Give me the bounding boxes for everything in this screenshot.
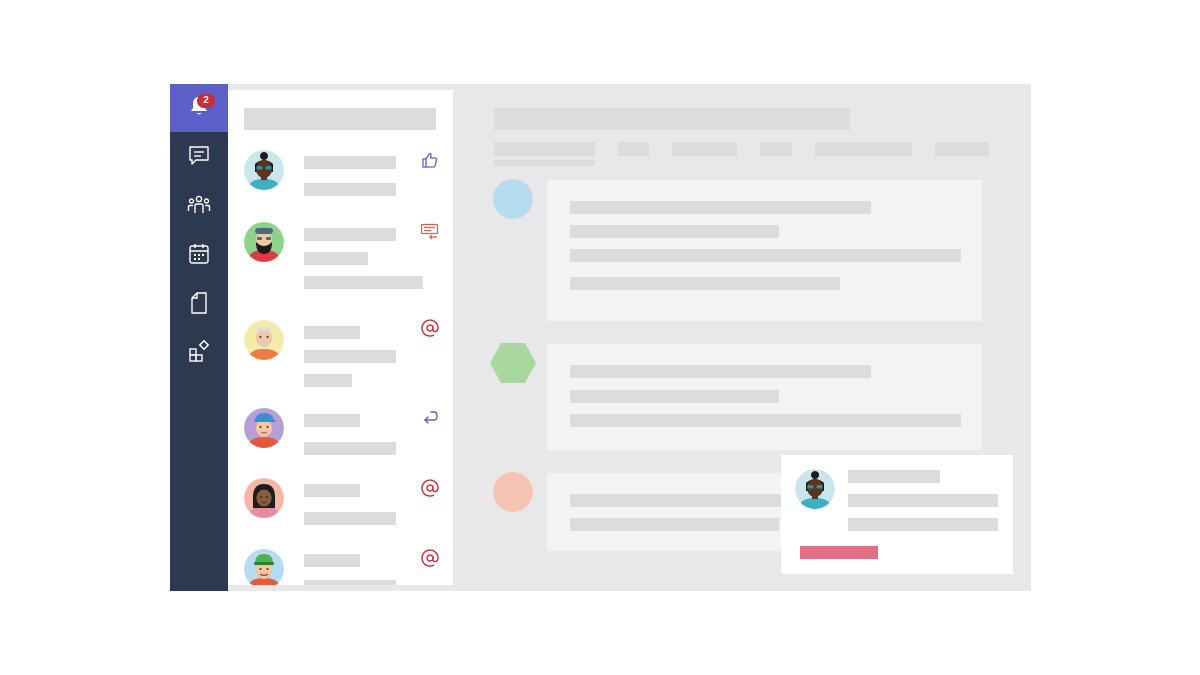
avatar-older-man — [244, 320, 284, 360]
feed-item[interactable] — [228, 316, 453, 396]
action-button[interactable] — [800, 546, 878, 559]
tab-4[interactable] — [760, 142, 792, 156]
feed-item[interactable] — [228, 148, 453, 204]
avatar-man-green-hat — [244, 549, 284, 585]
profile-card-popup — [781, 455, 1013, 574]
rail-item-apps[interactable] — [170, 330, 228, 378]
thumbs-up-icon[interactable] — [420, 150, 440, 170]
app-rail: 2 — [170, 84, 228, 591]
rail-item-chat[interactable] — [170, 134, 228, 182]
feed-item[interactable] — [228, 220, 453, 300]
chat-icon — [187, 144, 211, 173]
tab-3[interactable] — [672, 142, 737, 156]
hexagon-avatar — [490, 342, 536, 384]
message-reply-icon[interactable] — [420, 222, 440, 242]
calendar-icon — [187, 242, 211, 271]
at-mention-icon[interactable] — [420, 478, 440, 498]
reply-icon[interactable] — [420, 408, 440, 428]
rail-item-teams[interactable] — [170, 183, 228, 231]
feed-item[interactable] — [228, 548, 453, 585]
apps-icon — [187, 339, 211, 369]
active-tab-indicator — [494, 160, 595, 166]
rail-item-activity[interactable]: 2 — [170, 84, 228, 132]
message-card[interactable] — [547, 180, 982, 321]
feed-item[interactable] — [228, 478, 453, 534]
rail-item-files[interactable] — [170, 281, 228, 329]
tab-1[interactable] — [494, 142, 595, 156]
tab-6[interactable] — [935, 142, 989, 156]
rail-item-calendar[interactable] — [170, 232, 228, 280]
notification-badge: 2 — [197, 94, 215, 108]
at-mention-icon[interactable] — [420, 318, 440, 338]
avatar-bearded-man — [244, 222, 284, 262]
tab-5[interactable] — [815, 142, 912, 156]
feed-header-placeholder — [244, 108, 436, 130]
feed-item[interactable] — [228, 406, 453, 462]
teams-icon — [187, 193, 211, 222]
avatar-woman — [244, 478, 284, 518]
activity-feed — [228, 90, 453, 585]
message-card[interactable] — [547, 344, 982, 450]
file-icon — [187, 291, 211, 320]
avatar-woman-sunglasses — [244, 150, 284, 190]
channel-title-placeholder — [494, 108, 850, 130]
tab-2[interactable] — [618, 142, 649, 156]
at-mention-icon[interactable] — [420, 548, 440, 568]
avatar-man-cap — [244, 408, 284, 448]
avatar — [493, 472, 533, 512]
avatar — [493, 179, 533, 219]
avatar-woman-sunglasses — [795, 469, 835, 509]
